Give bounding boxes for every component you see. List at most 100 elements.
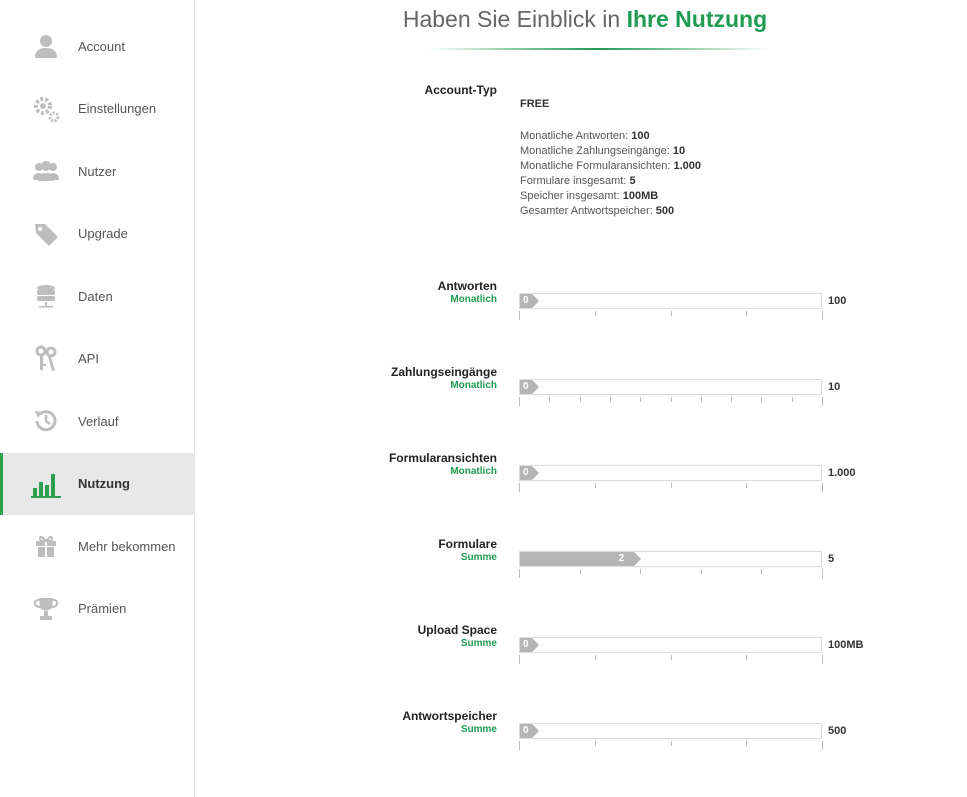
scale-tick: [822, 655, 823, 664]
account-limit-line: Formulare insgesamt: 5: [520, 174, 701, 189]
usage-period: Summe: [460, 552, 497, 563]
scale-tick: [640, 397, 641, 402]
scale-tick: [746, 741, 747, 746]
scale-tick: [671, 655, 672, 660]
account-limit-line: Monatliche Antworten: 100: [520, 129, 701, 144]
gift-icon: [30, 530, 62, 562]
scale-tick: [822, 569, 823, 578]
scale-tick: [519, 483, 520, 492]
limit-label: Speicher insgesamt:: [520, 190, 623, 202]
scale-tick: [822, 483, 823, 492]
usage-period: Summe: [460, 638, 497, 649]
sidebar-item-account[interactable]: Account: [0, 15, 194, 77]
scale-tick: [595, 741, 596, 746]
sidebar-item-verlauf[interactable]: Verlauf: [0, 390, 194, 452]
sidebar-item-label: Nutzer: [78, 163, 117, 179]
account-type-label: Account-Typ: [424, 83, 497, 97]
usage-scale: [519, 311, 823, 321]
usage-period: Monatlich: [450, 294, 497, 305]
scale-tick: [761, 569, 762, 574]
usage-period: Summe: [460, 724, 497, 735]
scale-tick: [746, 311, 747, 316]
scale-tick: [701, 569, 702, 574]
scale-tick: [746, 483, 747, 488]
usage-label: Antwortspeicher: [402, 709, 497, 723]
scale-tick: [822, 741, 823, 750]
scale-tick: [640, 569, 641, 574]
sidebar-item-daten[interactable]: Daten: [0, 265, 194, 327]
sidebar-item-label: Verlauf: [78, 413, 119, 429]
limit-label: Monatliche Antworten:: [520, 130, 632, 142]
usage-label: Formulare: [438, 537, 497, 551]
scale-tick: [761, 397, 762, 402]
usage-limit-value: 100MB: [828, 639, 864, 651]
usage-label: Upload Space: [417, 623, 497, 637]
gears-icon: [30, 93, 62, 125]
sidebar-item-label: Einstellungen: [78, 101, 157, 116]
scale-tick: [519, 569, 520, 578]
usage-limit-value: 1.000: [828, 467, 856, 479]
usage-label: Antworten: [437, 279, 497, 293]
tag-icon: [30, 218, 62, 250]
usage-period: Monatlich: [450, 380, 497, 391]
sidebar-item-upgrade[interactable]: Upgrade: [0, 203, 194, 265]
sidebar-item-prämien[interactable]: Prämien: [0, 578, 194, 640]
sidebar-item-api[interactable]: API: [0, 328, 194, 390]
scale-tick: [519, 741, 520, 750]
keys-icon: [30, 343, 62, 375]
usage-label: Zahlungseingänge: [390, 365, 497, 379]
bar-chart-icon: [30, 468, 62, 500]
limit-label: Monatliche Zahlungseingänge:: [520, 145, 673, 157]
limit-value: 5: [629, 175, 636, 187]
scale-tick: [792, 397, 793, 402]
history-icon: [30, 405, 62, 437]
usage-used-value: 0: [523, 467, 529, 478]
sidebar-item-nutzer[interactable]: Nutzer: [0, 140, 194, 202]
usage-bar: 0: [519, 293, 822, 309]
scale-tick: [671, 483, 672, 488]
scale-tick: [519, 311, 520, 320]
usage-bar: 0: [519, 465, 822, 481]
usage-limit-value: 500: [828, 725, 847, 737]
scale-tick: [610, 397, 611, 402]
scale-tick: [519, 397, 520, 406]
limit-value: 1.000: [673, 160, 701, 172]
usage-period: Monatlich: [450, 466, 497, 477]
sidebar: Account Einstellungen Nutzer Upgrade Dat…: [0, 0, 195, 797]
limit-value: 100: [631, 130, 650, 142]
account-limit-line: Gesamter Antwortspeicher: 500: [520, 204, 701, 219]
sidebar-item-einstellungen[interactable]: Einstellungen: [0, 78, 194, 140]
sidebar-item-nutzung[interactable]: Nutzung: [0, 452, 194, 515]
usage-used-value: 0: [523, 725, 529, 736]
user-icon: [30, 30, 62, 62]
usage-bar: 2: [519, 551, 822, 567]
usage-bar: 0: [519, 379, 822, 395]
scale-tick: [595, 311, 596, 316]
scale-tick: [580, 397, 581, 402]
usage-used-value: 0: [523, 295, 529, 306]
scale-tick: [822, 397, 823, 406]
scale-tick: [519, 655, 520, 664]
scale-tick: [671, 397, 672, 402]
scale-tick: [595, 655, 596, 660]
sidebar-item-mehr-bekommen[interactable]: Mehr bekommen: [0, 515, 194, 577]
scale-tick: [595, 483, 596, 488]
limit-label: Formulare insgesamt:: [520, 175, 630, 187]
page-title: Haben Sie Einblick in Ihre Nutzung: [402, 6, 768, 32]
usage-limit-value: 10: [828, 381, 841, 393]
scale-tick: [671, 311, 672, 316]
usage-scale: [519, 483, 823, 493]
account-limit-line: Monatliche Zahlungseingänge: 10: [520, 144, 701, 159]
scale-tick: [701, 397, 702, 402]
account-limits-list: Monatliche Antworten: 100 Monatliche Zahl…: [520, 129, 701, 219]
sidebar-item-label: Account: [78, 38, 125, 54]
scale-tick: [671, 741, 672, 746]
usage-bar: 0: [519, 723, 822, 739]
title-underline: [425, 48, 770, 50]
usage-label: Formularansichten: [388, 451, 497, 465]
usage-bar: 0: [519, 637, 822, 653]
usage-limit-value: 5: [828, 553, 835, 565]
limit-label: Monatliche Formularansichten:: [520, 160, 674, 172]
limit-value: 500: [655, 205, 675, 217]
users-icon: [30, 155, 62, 187]
